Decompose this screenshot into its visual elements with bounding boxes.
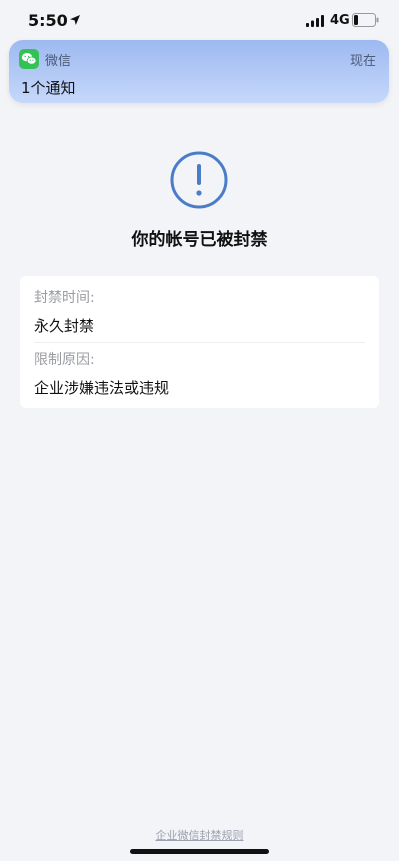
location-arrow-icon	[70, 15, 80, 25]
ban-time-label: 封禁时间:	[34, 290, 95, 306]
signal-icon	[306, 15, 324, 27]
battery-icon	[352, 13, 379, 27]
ban-time-row: 封禁时间: 永久封禁	[34, 289, 365, 336]
notification-time: 现在	[349, 54, 376, 69]
network-type: 4G	[330, 13, 350, 28]
wechat-icon	[19, 49, 39, 69]
divider	[34, 342, 365, 343]
notification-message: 1个通知	[21, 79, 76, 97]
ban-reason-value: 企业涉嫌违法或违规	[34, 379, 170, 397]
page-title: 你的帐号已被封禁	[131, 230, 268, 250]
home-indicator[interactable]	[130, 849, 269, 854]
ban-reason-row: 限制原因: 企业涉嫌违法或违规	[34, 351, 365, 398]
status-bar: 5:50 4G	[0, 0, 399, 42]
ban-reason-label: 限制原因:	[34, 352, 95, 368]
ban-info-card: 封禁时间: 永久封禁 限制原因: 企业涉嫌违法或违规	[20, 276, 379, 408]
notification-app-name: 微信	[45, 54, 72, 69]
notification-banner[interactable]: 微信 现在 1个通知	[9, 40, 389, 103]
status-time: 5:50	[28, 11, 68, 30]
ban-time-value: 永久封禁	[34, 317, 95, 335]
exclamation-circle-icon	[170, 151, 228, 209]
ban-rules-link[interactable]: 企业微信封禁规则	[0, 827, 399, 843]
